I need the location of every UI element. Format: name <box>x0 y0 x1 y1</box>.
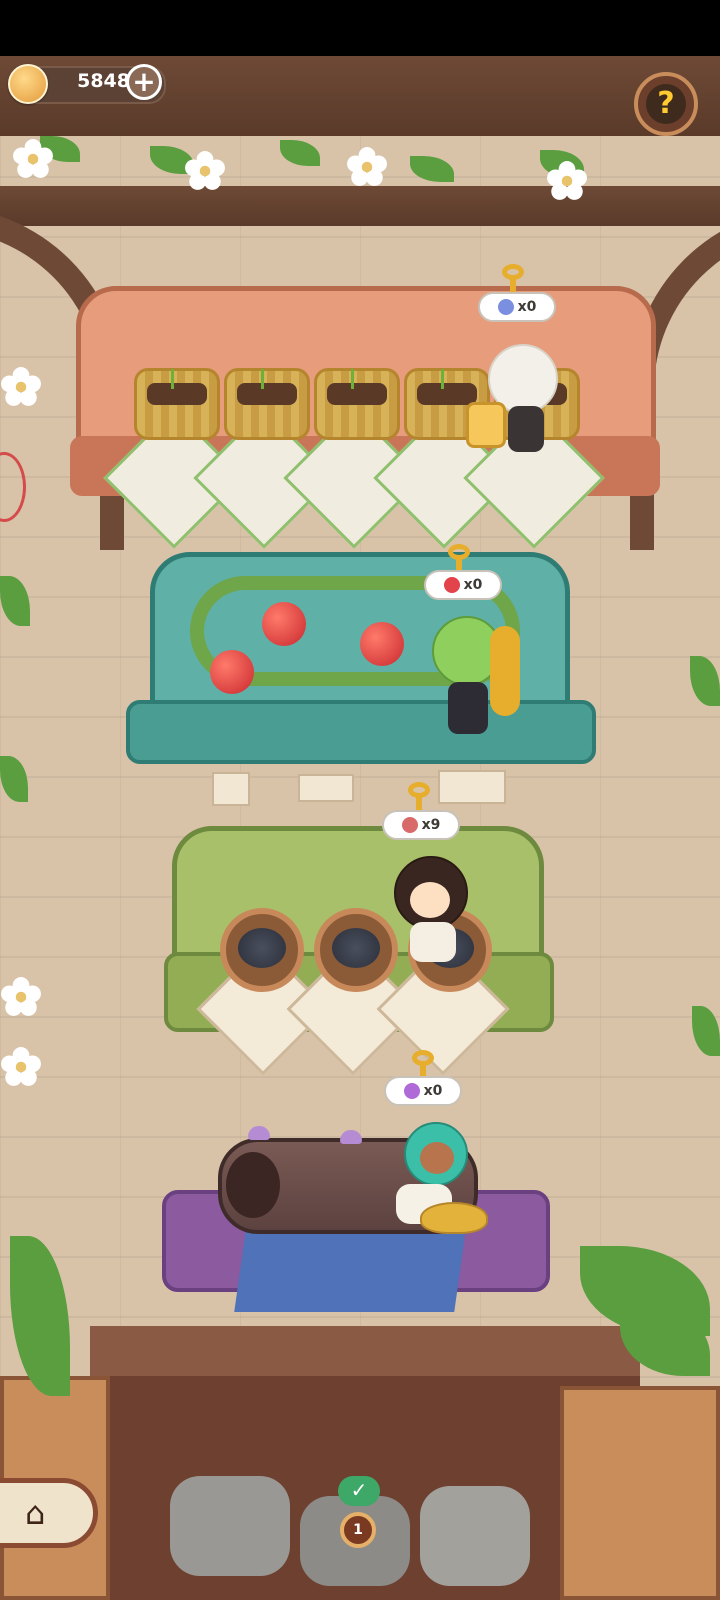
stone <box>420 1486 530 1586</box>
white-flower-icon <box>1 367 41 406</box>
resource-count: x9 <box>421 817 441 833</box>
white-flower-icon <box>1 1047 41 1086</box>
flower-icon <box>497 299 514 315</box>
white-flower-icon <box>1 977 41 1016</box>
sprout-icon <box>441 369 456 389</box>
coin-value: 5848 <box>77 70 130 92</box>
meat-icon <box>401 817 418 833</box>
task-count-badge[interactable]: 1 <box>340 1512 376 1548</box>
resource-count: x0 <box>423 1083 443 1099</box>
task-count: 1 <box>353 1522 363 1538</box>
golden-braid <box>490 626 520 716</box>
vine-leaf <box>690 656 720 706</box>
magic-lamp-icon <box>420 1202 488 1234</box>
question-mark-icon: ? <box>646 84 686 124</box>
mushroom-icon <box>340 1130 362 1144</box>
resource-count: x0 <box>463 577 483 593</box>
resource-bubble[interactable]: x0 <box>424 570 502 600</box>
vine-leaf <box>280 140 320 166</box>
home-button[interactable]: ⌂ <box>0 1478 98 1548</box>
plus-icon: + <box>132 65 156 98</box>
coin-icon <box>8 64 48 104</box>
status-bar <box>0 0 720 56</box>
sprout-basket[interactable] <box>134 368 220 440</box>
wind-up-key-icon <box>404 782 434 812</box>
add-coins-button[interactable]: + <box>126 64 162 100</box>
character-body <box>410 922 456 962</box>
tomato-icon <box>443 577 460 593</box>
note-card <box>438 770 506 804</box>
plant-leaf <box>10 1236 70 1396</box>
bottom-ledge <box>90 1326 640 1376</box>
note-card <box>212 772 250 806</box>
character-body <box>448 682 488 734</box>
sprout-icon <box>171 369 186 389</box>
vine-leaf <box>0 756 28 802</box>
sprout-icon <box>261 369 276 389</box>
mushroom-icon <box>403 1083 420 1099</box>
sprout-basket[interactable] <box>224 368 310 440</box>
resource-bubble[interactable]: x0 <box>478 292 556 322</box>
vine-leaf <box>692 1006 720 1056</box>
wind-up-key-icon <box>498 264 528 294</box>
white-flower-icon <box>185 151 225 190</box>
lantern-icon <box>466 402 506 448</box>
log-hole <box>226 1152 280 1218</box>
plant-pot-right <box>560 1386 720 1600</box>
help-button[interactable]: ? <box>634 72 698 136</box>
vine-leaf <box>410 156 454 182</box>
task-check-icon: ✓ <box>338 1476 380 1506</box>
sprout-basket[interactable] <box>314 368 400 440</box>
sprout-icon <box>351 369 366 389</box>
stone <box>170 1476 290 1576</box>
resource-bubble[interactable]: x0 <box>384 1076 462 1106</box>
mushroom-icon <box>248 1126 270 1140</box>
vine-leaf <box>0 576 30 626</box>
coal-bucket[interactable] <box>220 908 304 992</box>
home-icon: ⌂ <box>25 1494 46 1532</box>
character-face <box>420 1142 454 1174</box>
white-flower-icon <box>347 147 387 186</box>
resource-count: x0 <box>517 299 537 315</box>
wooden-beam-lower <box>0 186 720 226</box>
coal-bucket[interactable] <box>314 908 398 992</box>
character-face <box>410 882 450 918</box>
tomato-icon[interactable] <box>210 650 254 694</box>
character-body <box>508 406 544 452</box>
game-scene: x0 x0 x9 x0 <box>0 56 720 1600</box>
blue-cloth <box>234 1230 466 1312</box>
tomato-icon[interactable] <box>360 622 404 666</box>
note-card <box>298 774 354 802</box>
white-flower-icon <box>547 161 587 200</box>
tomato-icon[interactable] <box>262 602 306 646</box>
white-flower-icon <box>13 139 53 178</box>
tomato-vine-base <box>126 700 596 764</box>
resource-bubble[interactable]: x9 <box>382 810 460 840</box>
